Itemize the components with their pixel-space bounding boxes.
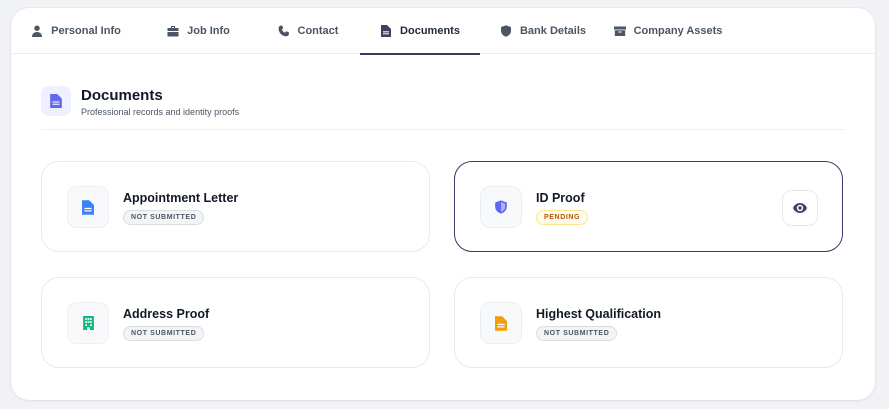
file-icon [381,25,392,37]
tab-company-assets[interactable]: Company Assets [606,8,730,54]
document-name: Appointment Letter [123,191,239,205]
view-document-button[interactable] [782,190,818,226]
building-icon [67,302,109,344]
tab-bar: Personal Info Job Info Contact Documents… [11,8,875,55]
section-header: Documents Professional records and ident… [41,86,845,118]
tab-job-info[interactable]: Job Info [141,8,256,54]
phone-icon [278,25,289,37]
tab-label: Contact [297,25,339,37]
section-subtitle: Professional records and identity proofs [81,107,240,117]
document-card-address-proof[interactable]: Address Proof NOT SUBMITTED [41,277,430,368]
document-card-appointment-letter[interactable]: Appointment Letter NOT SUBMITTED [41,161,430,252]
tab-documents[interactable]: Documents [360,8,480,55]
document-name: Highest Qualification [536,307,662,321]
tab-label: Personal Info [51,25,121,37]
tab-contact[interactable]: Contact [256,8,360,54]
document-card-highest-qualification[interactable]: Highest Qualification NOT SUBMITTED [454,277,843,368]
tab-label: Documents [400,25,460,37]
employee-card: Personal Info Job Info Contact Documents… [11,8,875,400]
briefcase-icon [167,26,180,37]
status-badge: NOT SUBMITTED [123,210,205,225]
status-badge: NOT SUBMITTED [536,326,618,341]
shield-icon [480,186,522,228]
document-name: Address Proof [123,307,210,321]
document-name: ID Proof [536,191,585,205]
document-card-id-proof[interactable]: ID Proof PENDING [454,161,843,252]
file-text-icon [41,86,71,116]
tab-bank-details[interactable]: Bank Details [480,8,606,54]
eye-icon [793,203,807,213]
status-badge: PENDING [536,210,589,225]
tab-label: Job Info [187,25,230,37]
file-icon [480,302,522,344]
box-icon [613,26,626,36]
section-title: Documents [81,87,163,104]
file-icon [67,186,109,228]
tab-personal-info[interactable]: Personal Info [11,8,141,54]
user-icon [32,25,43,37]
status-badge: NOT SUBMITTED [123,326,205,341]
shield-icon [500,25,511,37]
tab-label: Bank Details [519,25,587,37]
divider [41,129,845,130]
tab-label: Company Assets [633,25,723,37]
